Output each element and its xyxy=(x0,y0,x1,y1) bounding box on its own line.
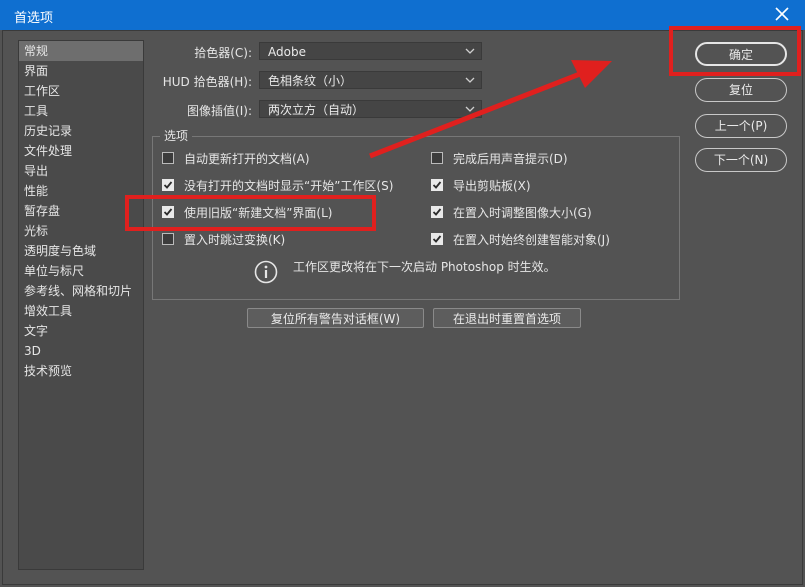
checkbox-checked[interactable] xyxy=(431,233,443,245)
previous-button[interactable]: 上一个(P) xyxy=(695,114,787,138)
sidebar-item-plugins[interactable]: 增效工具 xyxy=(19,301,143,321)
sidebar-item-transparency[interactable]: 透明度与色域 xyxy=(19,241,143,261)
workspace-restart-note: 工作区更改将在下一次启动 Photoshop 时生效。 xyxy=(293,260,556,274)
interpolation-select[interactable]: 两次立方（自动） xyxy=(259,100,482,118)
hud-picker-select[interactable]: 色相条纹（小） xyxy=(259,71,482,89)
color-picker-select[interactable]: Adobe xyxy=(259,42,482,60)
next-button[interactable]: 下一个(N) xyxy=(695,148,787,172)
option-label: 自动更新打开的文档(A) xyxy=(184,152,310,166)
checkmark-icon xyxy=(432,208,442,216)
option-label: 没有打开的文档时显示“开始”工作区(S) xyxy=(184,179,394,193)
chevron-down-icon xyxy=(465,48,475,54)
hud-picker-label: HUD 拾色器(H): xyxy=(162,75,252,89)
option-label: 导出剪贴板(X) xyxy=(453,179,531,193)
options-group-title: 选项 xyxy=(160,127,193,144)
annotation-highlight-ok xyxy=(669,26,801,76)
sidebar-item-units[interactable]: 单位与标尺 xyxy=(19,261,143,281)
checkbox[interactable] xyxy=(162,152,174,164)
option-label: 在置入时调整图像大小(G) xyxy=(453,206,592,220)
reset-warnings-button[interactable]: 复位所有警告对话框(W) xyxy=(247,308,424,328)
sidebar-item-tech-preview[interactable]: 技术预览 xyxy=(19,361,143,381)
hud-picker-value: 色相条纹（小） xyxy=(268,74,353,88)
option-label: 在置入时始终创建智能对象(J) xyxy=(453,233,610,247)
checkbox-checked[interactable] xyxy=(431,206,443,218)
sidebar-item-3d[interactable]: 3D xyxy=(19,341,143,361)
close-icon[interactable] xyxy=(773,5,791,23)
checkbox-checked[interactable] xyxy=(162,179,174,191)
checkmark-icon xyxy=(432,181,442,189)
checkmark-icon xyxy=(432,235,442,243)
interpolation-value: 两次立方（自动） xyxy=(268,103,365,117)
reset-button[interactable]: 复位 xyxy=(695,78,787,102)
option-label: 置入时跳过变换(K) xyxy=(184,233,286,247)
checkmark-icon xyxy=(163,181,173,189)
reset-prefs-on-quit-button[interactable]: 在退出时重置首选项 xyxy=(433,308,581,328)
color-picker-value: Adobe xyxy=(268,45,306,59)
info-icon xyxy=(254,260,278,284)
category-sidebar: 常规 界面 工作区 工具 历史记录 文件处理 导出 性能 暂存盘 光标 透明度与… xyxy=(18,40,144,570)
sidebar-item-file-handling[interactable]: 文件处理 xyxy=(19,141,143,161)
chevron-down-icon xyxy=(465,106,475,112)
chevron-down-icon xyxy=(465,77,475,83)
color-picker-label: 拾色器(C): xyxy=(194,46,252,60)
sidebar-item-guides[interactable]: 参考线、网格和切片 xyxy=(19,281,143,301)
interpolation-label: 图像插值(I): xyxy=(187,104,252,118)
window-title: 首选项 xyxy=(14,11,54,26)
option-label: 完成后用声音提示(D) xyxy=(453,152,568,166)
sidebar-item-export[interactable]: 导出 xyxy=(19,161,143,181)
checkbox[interactable] xyxy=(162,233,174,245)
checkbox-checked[interactable] xyxy=(431,179,443,191)
sidebar-item-history[interactable]: 历史记录 xyxy=(19,121,143,141)
sidebar-item-type[interactable]: 文字 xyxy=(19,321,143,341)
checkbox[interactable] xyxy=(431,152,443,164)
annotation-highlight-legacy-option xyxy=(125,195,376,231)
